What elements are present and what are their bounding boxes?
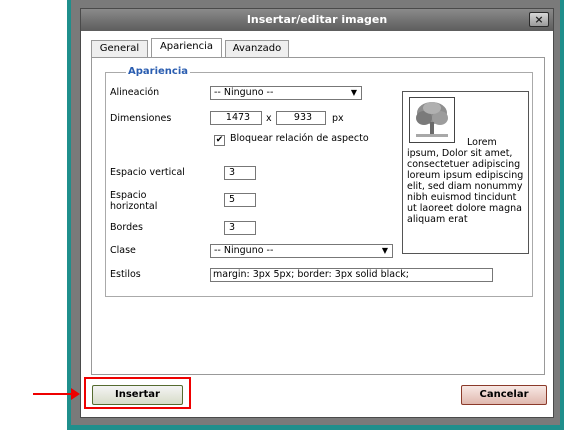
appearance-panel: Apariencia Alineación -- Ninguno -- ▼ Di… [91,57,545,375]
hspace-input[interactable]: 5 [224,193,256,207]
border-input[interactable]: 3 [224,221,256,235]
tab-apariencia[interactable]: Apariencia [151,38,222,57]
class-label: Clase [110,245,136,256]
border-label: Bordes [110,222,143,233]
window-border-right [560,0,564,430]
fieldset-legend: Apariencia [126,66,191,77]
alignment-select[interactable]: -- Ninguno -- ▼ [210,86,362,100]
dialog-title: Insertar/editar imagen [81,9,553,31]
lock-ratio-checkbox[interactable]: ✔ [214,135,225,146]
dimensions-label: Dimensiones [110,113,172,124]
vspace-input[interactable]: 3 [224,166,256,180]
height-input[interactable]: 933 [276,111,326,125]
class-select[interactable]: -- Ninguno -- ▼ [210,244,393,258]
alignment-label: Alineación [110,87,160,98]
tab-avanzado[interactable]: Avanzado [225,40,289,57]
appearance-fieldset: Apariencia Alineación -- Ninguno -- ▼ Di… [105,66,533,297]
window-border-bottom [67,425,564,430]
dimensions-separator: x [266,113,272,124]
styles-label: Estilos [110,269,141,280]
vspace-label: Espacio vertical [110,167,185,178]
close-button[interactable]: × [529,12,549,27]
tab-general[interactable]: General [91,40,148,57]
styles-input[interactable]: margin: 3px 5px; border: 3px solid black… [210,268,493,282]
insert-image-dialog: Insertar/editar imagen × General Aparien… [80,8,554,418]
alignment-value: -- Ninguno -- [214,87,274,98]
width-input[interactable]: 1473 [210,111,262,125]
image-preview: Lorem ipsum, Dolor sit amet, consectetue… [402,91,529,254]
class-value: -- Ninguno -- [214,245,274,256]
preview-text: Lorem ipsum, Dolor sit amet, consectetue… [407,137,524,225]
highlight-frame [84,377,191,409]
dimensions-unit: px [332,113,344,124]
hspace-label: Espacio horizontal [110,190,158,212]
lock-ratio-label: Bloquear relación de aspecto [230,133,369,144]
dropdown-arrow-icon: ▼ [381,246,388,255]
pointer-arrow-icon [33,393,71,395]
cancel-button[interactable]: Cancelar [461,385,547,405]
dropdown-arrow-icon: ▼ [350,88,357,97]
arrow-head-icon [71,388,80,400]
